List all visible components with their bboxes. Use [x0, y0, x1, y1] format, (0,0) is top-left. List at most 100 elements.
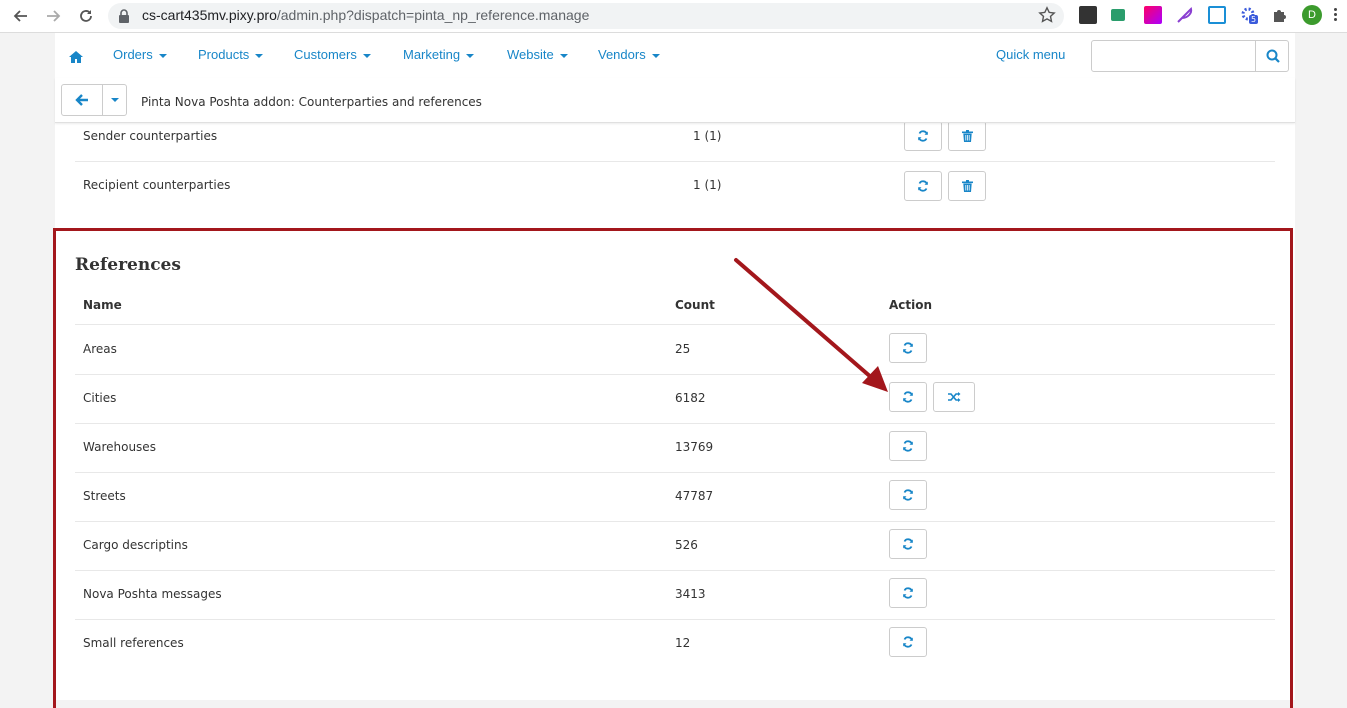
selenium-extension-icon[interactable] [1079, 6, 1097, 24]
chevron-down-icon [651, 53, 660, 58]
home-icon[interactable] [69, 48, 83, 67]
puzzle-extensions-icon[interactable] [1271, 6, 1289, 24]
search-button[interactable] [1255, 41, 1289, 71]
references-title: References [75, 255, 181, 275]
refresh-icon [918, 130, 928, 142]
url-host: cs-cart435mv.pixy.pro [142, 7, 277, 23]
column-header-count: Count [675, 298, 715, 312]
nav-orders-label: Orders [113, 47, 153, 62]
refresh-button[interactable] [889, 382, 927, 412]
column-header-action: Action [889, 298, 933, 312]
refresh-button[interactable] [889, 627, 927, 657]
bookmark-star-icon[interactable] [1038, 6, 1056, 28]
refresh-button[interactable] [904, 121, 942, 151]
reference-name: Cargo descriptins [83, 538, 188, 552]
avatar-letter: D [1308, 9, 1316, 21]
table-row: Cities 6182 [75, 374, 1275, 424]
image-extension-icon[interactable] [1208, 6, 1226, 24]
forward-arrow-icon[interactable] [41, 4, 65, 28]
lock-icon [118, 8, 130, 27]
nav-customers[interactable]: Customers [294, 47, 371, 62]
arrow-left-icon [75, 94, 88, 106]
refresh-icon [903, 440, 913, 452]
browser-toolbar: cs-cart435mv.pixy.pro/admin.php?dispatch… [0, 0, 1347, 33]
refresh-button[interactable] [889, 431, 927, 461]
gear-extension-icon[interactable]: 5 [1240, 6, 1259, 24]
back-arrow-icon[interactable] [9, 4, 33, 28]
delete-button[interactable] [948, 121, 986, 151]
reload-icon[interactable] [74, 4, 98, 28]
chevron-down-icon [466, 53, 475, 58]
reference-name: Small references [83, 636, 184, 650]
shuffle-icon [948, 392, 961, 402]
table-row: Small references 12 [75, 619, 1275, 668]
nav-marketing[interactable]: Marketing [403, 47, 475, 62]
nav-marketing-label: Marketing [403, 47, 461, 62]
nav-vendors-label: Vendors [598, 47, 646, 62]
nav-vendors[interactable]: Vendors [598, 47, 660, 62]
reference-count: 25 [675, 342, 691, 356]
refresh-icon [918, 180, 928, 192]
refresh-button[interactable] [904, 171, 942, 201]
reference-name: Areas [83, 342, 117, 356]
url-text: cs-cart435mv.pixy.pro/admin.php?dispatch… [142, 7, 589, 23]
reference-name: Cities [83, 391, 117, 405]
page-title: Pinta Nova Poshta addon: Counterparties … [141, 95, 482, 109]
chevron-down-icon [255, 53, 264, 58]
mail-extension-icon[interactable] [1111, 9, 1125, 21]
back-dropdown-button[interactable] [103, 85, 126, 115]
url-path: /admin.php?dispatch=pinta_np_reference.m… [276, 7, 590, 23]
column-header-name: Name [83, 298, 122, 312]
refresh-icon [903, 391, 913, 403]
counterparty-name: Sender counterparties [83, 129, 218, 143]
refresh-button[interactable] [889, 529, 927, 559]
counterparty-name: Recipient counterparties [83, 178, 231, 192]
refresh-button[interactable] [889, 578, 927, 608]
browser-menu-icon[interactable] [1334, 6, 1340, 23]
reference-name: Streets [83, 489, 126, 503]
reference-count: 12 [675, 636, 691, 650]
reference-count: 13769 [675, 440, 714, 454]
search-input[interactable] [1092, 41, 1268, 69]
chevron-down-icon [559, 53, 568, 58]
nav-orders[interactable]: Orders [113, 47, 167, 62]
chevron-down-icon [158, 53, 167, 58]
chevron-down-icon [362, 53, 371, 58]
refresh-icon [903, 342, 913, 354]
admin-search [1091, 40, 1289, 72]
nav-products-label: Products [198, 47, 250, 62]
table-row: Cargo descriptins 526 [75, 521, 1275, 571]
chevron-down-icon [110, 98, 119, 102]
reference-count: 6182 [675, 391, 706, 405]
profile-avatar[interactable]: D [1302, 5, 1322, 25]
back-button[interactable] [62, 85, 103, 115]
feather-extension-icon[interactable] [1176, 6, 1194, 24]
shuffle-button[interactable] [933, 382, 975, 412]
table-row: Streets 47787 [75, 472, 1275, 522]
reference-count: 3413 [675, 587, 706, 601]
extension-badge: 5 [1249, 15, 1259, 24]
search-icon [1266, 49, 1280, 63]
admin-top-nav: Orders Products Customers Marketing Webs… [55, 33, 1295, 79]
color-extension-icon[interactable] [1144, 6, 1162, 24]
reference-count: 526 [675, 538, 698, 552]
refresh-icon [903, 636, 913, 648]
refresh-button[interactable] [889, 333, 927, 363]
refresh-button[interactable] [889, 480, 927, 510]
counterparty-row: Recipient counterparties 1 (1) [75, 161, 1275, 210]
delete-button[interactable] [948, 171, 986, 201]
table-row: Areas 25 [75, 325, 1275, 375]
nav-products[interactable]: Products [198, 47, 264, 62]
back-button-group [61, 84, 127, 116]
trash-icon [961, 130, 973, 142]
reference-count: 47787 [675, 489, 714, 503]
refresh-icon [903, 587, 913, 599]
quick-menu-link[interactable]: Quick menu [996, 47, 1065, 62]
counterparty-count: 1 (1) [693, 178, 722, 192]
trash-icon [961, 180, 973, 192]
table-row: Warehouses 13769 [75, 423, 1275, 473]
nav-website[interactable]: Website [507, 47, 568, 62]
page-toolbar: Pinta Nova Poshta addon: Counterparties … [55, 78, 1295, 123]
refresh-icon [903, 489, 913, 501]
table-row: Nova Poshta messages 3413 [75, 570, 1275, 620]
